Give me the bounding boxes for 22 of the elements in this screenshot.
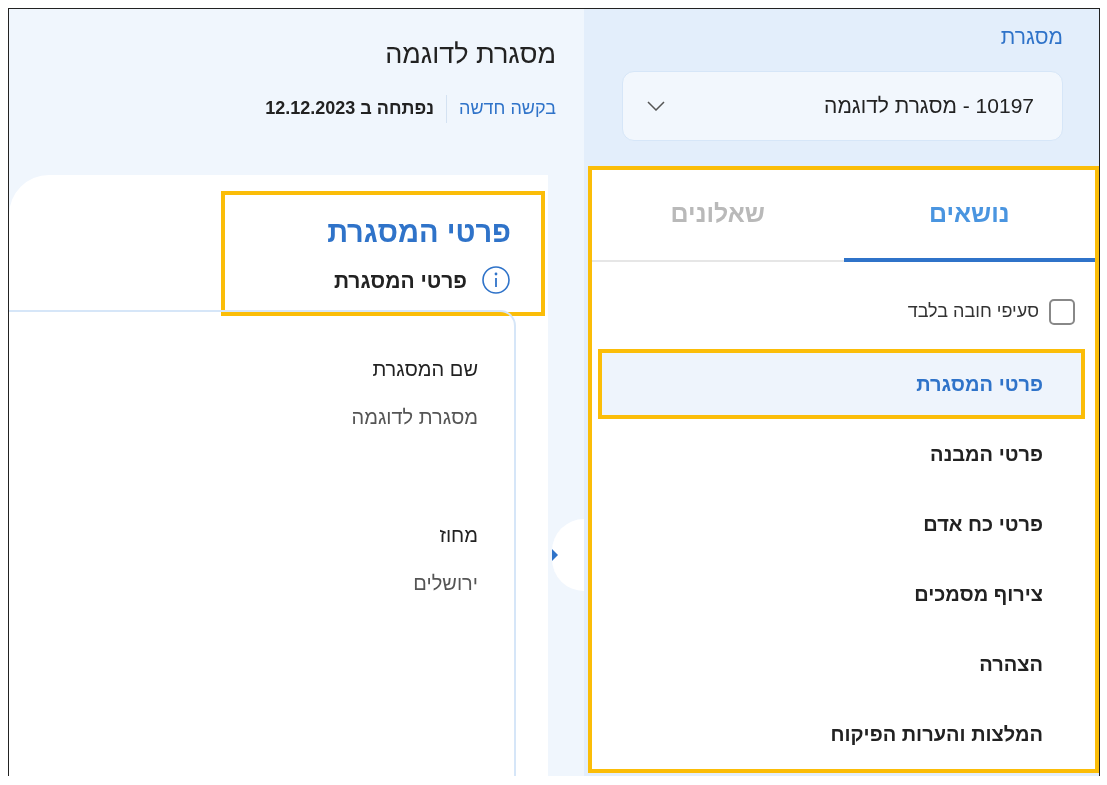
field-value: ירושלים — [412, 571, 478, 596]
request-link[interactable]: בקשה חדשה — [459, 95, 556, 122]
topic-item[interactable]: פרטי כח אדם — [598, 489, 1085, 559]
section-title: פרטי המסגרת — [326, 215, 511, 250]
topic-item[interactable]: המלצות והערות הפיקוח — [598, 699, 1085, 769]
field-value: מסגרת לדוגמה — [350, 405, 478, 430]
field-label: שם המסגרת — [371, 357, 478, 382]
info-icon — [481, 265, 511, 296]
section-subtitle: פרטי המסגרת — [333, 267, 467, 294]
chevron-right-icon — [552, 549, 558, 561]
field-label: מחוז — [438, 523, 478, 548]
framework-select[interactable]: 10197 - מסגרת לדוגמה — [622, 70, 1063, 141]
field-label: מסגרת — [999, 24, 1063, 50]
page-title: מסגרת לדוגמה — [384, 38, 556, 71]
topic-item[interactable]: פרטי המבנה — [598, 419, 1085, 489]
opened-date: נפתחה ב 12.12.2023 — [265, 97, 435, 120]
checkbox[interactable] — [1049, 298, 1075, 325]
checkbox-label: סעיפי חובה בלבד — [907, 300, 1039, 323]
topic-item[interactable]: צירוף מסמכים — [598, 559, 1085, 629]
topic-item[interactable]: הצהרה — [598, 629, 1085, 699]
topic-item[interactable]: פרטי המסגרת — [598, 349, 1085, 419]
chevron-down-icon — [647, 100, 665, 111]
